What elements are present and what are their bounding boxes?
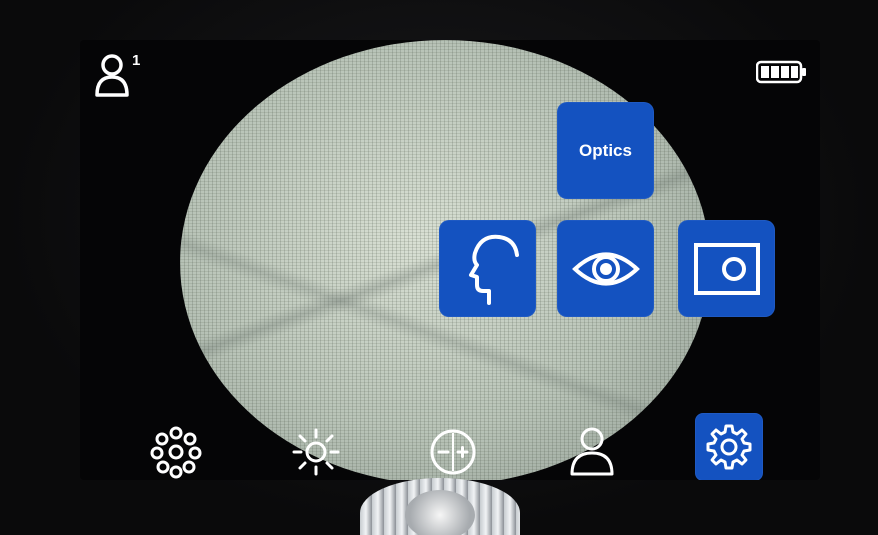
control-knob bbox=[360, 478, 520, 535]
battery-icon bbox=[755, 60, 806, 84]
plus-minus-icon bbox=[430, 429, 476, 475]
user-button[interactable] bbox=[562, 422, 622, 480]
reticle-dots-button[interactable] bbox=[146, 424, 206, 480]
gear-icon bbox=[706, 424, 752, 470]
settings-button[interactable] bbox=[695, 413, 763, 480]
sun-icon bbox=[292, 428, 340, 476]
optics-label: Optics bbox=[579, 140, 632, 160]
optics-tile[interactable]: Optics bbox=[557, 102, 654, 199]
camera-frame-icon bbox=[693, 242, 760, 295]
eye-tile[interactable] bbox=[557, 220, 654, 317]
device-screen: 1 Optics bbox=[80, 40, 820, 480]
profile-indicator[interactable]: 1 bbox=[94, 52, 144, 100]
brightness-button[interactable] bbox=[286, 424, 346, 480]
head-profile-icon bbox=[468, 234, 519, 305]
profile-number: 1 bbox=[132, 52, 141, 69]
camera-frame-tile[interactable] bbox=[678, 220, 775, 317]
user-icon bbox=[95, 54, 129, 97]
user-icon bbox=[570, 427, 614, 476]
device-photo: 1 Optics bbox=[0, 0, 878, 535]
eye-icon bbox=[571, 252, 640, 285]
head-profile-tile[interactable] bbox=[439, 220, 536, 317]
exposure-button[interactable] bbox=[423, 424, 483, 480]
dots-cluster-icon bbox=[150, 426, 202, 479]
battery-indicator bbox=[755, 60, 808, 89]
